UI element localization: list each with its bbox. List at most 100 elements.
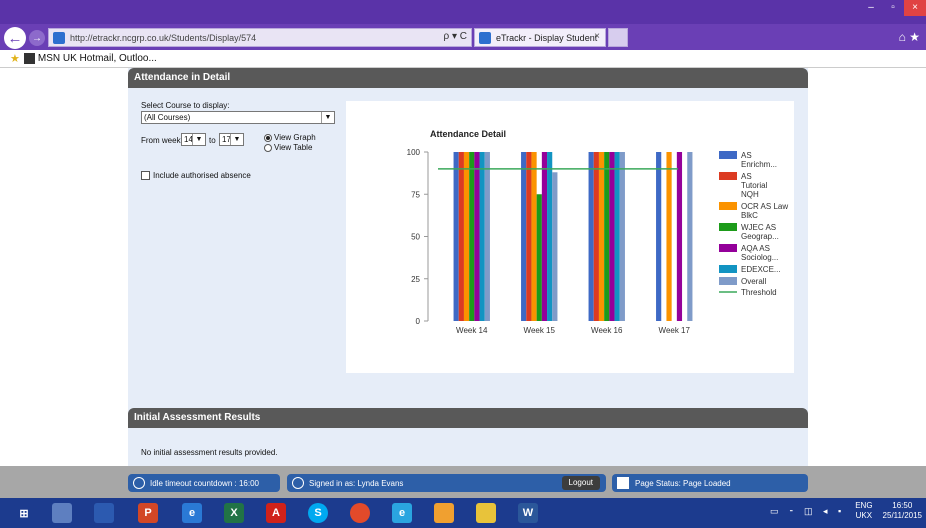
tab-favicon-icon — [479, 31, 491, 44]
msn-icon — [23, 53, 35, 64]
browser-navbar: ← → http://etrackr.ncgrp.co.uk/Students/… — [0, 24, 926, 50]
new-tab-button[interactable] — [608, 28, 628, 47]
initial-assessment-text: No initial assessment results provided. — [141, 448, 278, 457]
chrome-icon[interactable] — [350, 503, 370, 523]
view-graph-option[interactable]: View Graph — [264, 133, 316, 142]
excel-icon[interactable]: X — [224, 503, 244, 523]
forward-arrow-icon: → — [32, 32, 42, 44]
legend-label: Enrichm... — [741, 160, 777, 169]
bar-2-3 — [666, 152, 672, 321]
chart-title: Attendance Detail — [430, 129, 506, 139]
idle-timeout-text: Idle timeout countdown : 16:00 — [150, 478, 259, 488]
close-window-button[interactable]: × — [904, 0, 926, 16]
bar-0-3 — [656, 152, 662, 321]
y-tick-label: 0 — [416, 317, 421, 326]
signed-in-text: Signed in as: Lynda Evans — [309, 478, 404, 488]
mail-icon[interactable] — [434, 503, 454, 523]
page-status-icon — [617, 477, 629, 489]
bar-1-0 — [458, 152, 464, 321]
maximize-button[interactable]: ▫ — [882, 0, 904, 16]
y-tick-label: 75 — [411, 190, 420, 199]
chevron-down-icon[interactable]: ▼ — [230, 134, 243, 145]
signed-in-status: Signed in as: Lynda Evans Logout — [287, 474, 606, 492]
bar-5-2 — [614, 152, 620, 321]
tray-icons[interactable]: ▭ ⁃ ◫ ◂ ▪ — [770, 506, 845, 517]
clock[interactable]: 16:50 25/11/2015 — [883, 501, 922, 521]
from-week-select[interactable]: 14 ▼ — [181, 133, 206, 146]
x-tick-label: Week 16 — [591, 326, 623, 335]
bar-3-1 — [536, 194, 542, 321]
view-table-option[interactable]: View Table — [264, 143, 312, 152]
legend-label: AQA AS — [741, 244, 770, 253]
legend-label: EDEXCE... — [741, 265, 781, 274]
url-text[interactable]: http://etrackr.ncgrp.co.uk/Students/Disp… — [70, 33, 256, 43]
legend-swatch-1 — [719, 172, 737, 180]
system-tray: ▭ ⁃ ◫ ◂ ▪ ENG UKX 16:50 25/11/2015 — [770, 501, 922, 521]
to-week-select[interactable]: 17 ▼ — [219, 133, 244, 146]
bar-0-0 — [453, 152, 459, 321]
bar-6-2 — [619, 152, 625, 321]
bar-6-0 — [484, 152, 490, 321]
legend-label: Overall — [741, 277, 767, 286]
legend-swatch-6 — [719, 277, 737, 285]
internet-explorer-icon[interactable]: e — [182, 503, 202, 523]
x-tick-label: Week 15 — [524, 326, 556, 335]
view-graph-radio[interactable] — [264, 133, 272, 142]
search-refresh-icons[interactable]: ρ ▾ C — [444, 31, 468, 42]
legend-swatch-4 — [719, 244, 737, 252]
address-bar[interactable]: http://etrackr.ncgrp.co.uk/Students/Disp… — [48, 28, 472, 47]
chevron-down-icon[interactable]: ▼ — [321, 112, 334, 123]
bar-6-1 — [552, 172, 558, 321]
file-manager-icon[interactable] — [52, 503, 72, 523]
legend-label: AS — [741, 151, 752, 160]
course-select-label: Select Course to display: — [141, 101, 230, 110]
favorite-link-msn[interactable]: MSN UK Hotmail, Outloo... — [38, 53, 157, 64]
bar-1-2 — [593, 152, 599, 321]
view-graph-label: View Graph — [274, 133, 316, 142]
legend-label: OCR AS Law — [741, 202, 788, 211]
pdf-reader-icon[interactable]: A — [266, 503, 286, 523]
status-strip: Idle timeout countdown : 16:00 Signed in… — [0, 466, 926, 498]
powerpoint-icon[interactable]: P — [138, 503, 158, 523]
bar-5-1 — [547, 152, 553, 321]
legend-label: WJEC AS — [741, 223, 776, 232]
language-indicator[interactable]: ENG UKX — [855, 501, 872, 521]
view-table-radio[interactable] — [264, 143, 272, 152]
bar-4-0 — [474, 152, 480, 321]
y-tick-label: 100 — [407, 148, 421, 157]
clock-icon — [133, 477, 145, 489]
windows-taskbar: ⊞ P e X A S e W ▭ ⁃ ◫ ◂ ▪ ENG UKX 16:50 … — [0, 498, 926, 528]
course-select-value: (All Courses) — [144, 113, 191, 122]
tab-title: eTrackr - Display Student — [496, 32, 598, 43]
skype-icon[interactable]: S — [308, 503, 328, 523]
logout-button[interactable]: Logout — [561, 476, 600, 490]
favorites-bar: ★ MSN UK Hotmail, Outloo... — [0, 50, 926, 68]
page-status: Page Status: Page Loaded — [612, 474, 808, 492]
to-week-label: to — [209, 136, 216, 145]
bar-1-1 — [526, 152, 532, 321]
bar-5-0 — [479, 152, 485, 321]
bar-4-2 — [609, 152, 615, 321]
course-select[interactable]: (All Courses) ▼ — [141, 111, 335, 124]
computer-icon[interactable] — [94, 503, 114, 523]
back-button[interactable]: ← — [4, 27, 26, 49]
attendance-chart-svg: Attendance Detail 0 25 50 75 100 Week 14 Week 1… — [407, 129, 789, 335]
bar-3-0 — [469, 152, 475, 321]
tab-close-icon[interactable]: × — [594, 31, 600, 42]
home-favorites-icons[interactable]: ⌂ ★ — [899, 30, 920, 44]
minimize-button[interactable]: – — [860, 0, 882, 16]
include-absence-checkbox[interactable] — [141, 171, 150, 180]
include-absence-option[interactable]: Include authorised absence — [141, 171, 251, 180]
bar-4-3 — [676, 152, 683, 321]
word-icon[interactable]: W — [518, 503, 538, 523]
forward-button[interactable]: → — [29, 30, 45, 46]
clock-time: 16:50 — [892, 501, 913, 510]
folder-icon[interactable] — [476, 503, 496, 523]
chevron-down-icon[interactable]: ▼ — [192, 134, 205, 145]
favorites-star-icon[interactable]: ★ — [10, 52, 20, 65]
tab-etrackr[interactable]: eTrackr - Display Student × — [474, 28, 606, 47]
student-panel: Attendance in Detail Select Course to di… — [128, 68, 808, 466]
x-tick-label: Week 14 — [456, 326, 488, 335]
windows-start-icon[interactable]: ⊞ — [14, 503, 34, 523]
ie-blue-icon[interactable]: e — [392, 503, 412, 523]
